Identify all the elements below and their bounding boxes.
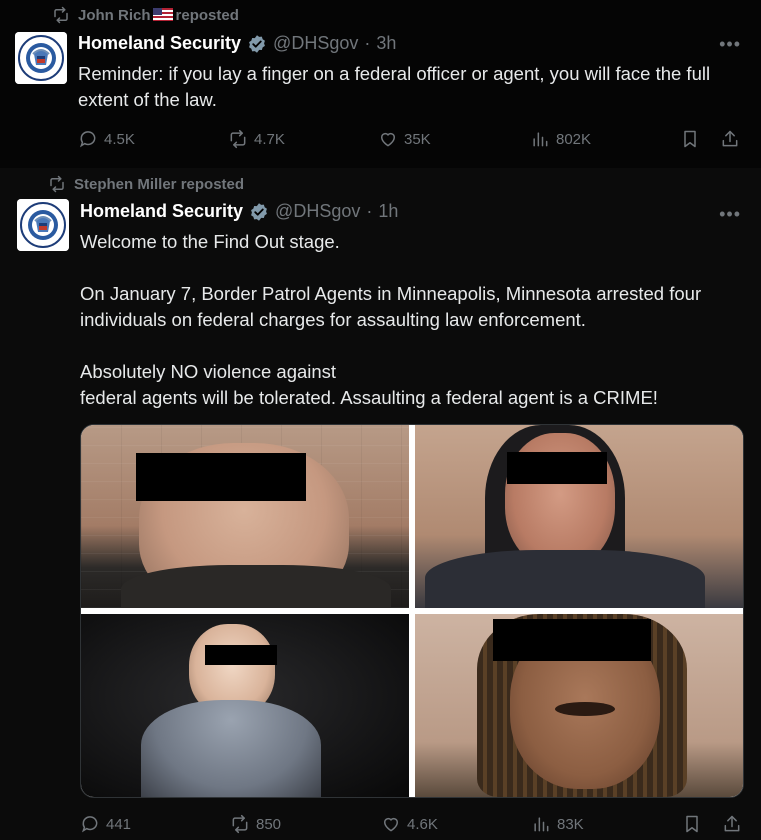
bookmark-icon: [682, 814, 702, 834]
reply-button[interactable]: 4.5K: [78, 129, 135, 149]
repost-suffix: reposted: [175, 6, 239, 24]
reply-count: 441: [106, 815, 132, 833]
author-handle[interactable]: @DHSgov: [275, 201, 360, 222]
photo-grid: [80, 424, 744, 798]
tweet-text: Reminder: if you lay a finger on a feder…: [78, 61, 738, 113]
more-options-icon[interactable]: •••: [719, 34, 741, 55]
author-name[interactable]: Homeland Security: [80, 201, 243, 222]
action-bar: 4.5K 4.7K 35K 802K: [0, 129, 761, 153]
share-button[interactable]: [720, 129, 740, 149]
photo-2[interactable]: [415, 425, 743, 608]
avatar[interactable]: [17, 199, 69, 251]
timestamp[interactable]: 1h: [378, 201, 398, 222]
bookmark-icon: [680, 129, 700, 149]
censor-bar: [507, 452, 607, 484]
avatar[interactable]: [15, 32, 67, 84]
repost-icon: [52, 6, 70, 24]
share-icon: [720, 129, 740, 149]
repost-context: John Rich reposted: [52, 6, 239, 24]
reply-button[interactable]: 441: [80, 814, 131, 834]
repost-suffix: reposted: [180, 175, 245, 193]
reposter-name[interactable]: John Rich: [78, 7, 151, 24]
repost-icon: [48, 175, 66, 193]
censor-bar: [493, 619, 651, 661]
verified-badge-icon: [249, 202, 269, 222]
repost-icon: [230, 814, 250, 834]
verified-badge-icon: [247, 34, 267, 54]
photo-4[interactable]: [415, 614, 743, 797]
repost-count: 850: [256, 815, 282, 833]
reposter-name[interactable]: Stephen Miller: [74, 176, 177, 193]
reply-icon: [80, 814, 100, 834]
photo-1[interactable]: [81, 425, 409, 608]
photo-3[interactable]: [81, 614, 409, 797]
heart-icon: [381, 814, 401, 834]
tweet-header: Homeland Security @DHSgov · 3h: [78, 33, 396, 54]
tweet-paragraph: Reminder: if you lay a finger on a feder…: [78, 63, 711, 110]
reply-count: 4.5K: [104, 130, 135, 148]
separator-dot: ·: [364, 33, 371, 53]
tweet-text: Welcome to the Find Out stage. On Januar…: [80, 229, 750, 411]
censor-bar: [205, 645, 277, 665]
reply-icon: [78, 129, 98, 149]
tweet-header: Homeland Security @DHSgov · 1h: [80, 201, 398, 222]
repost-button[interactable]: 4.7K: [228, 129, 285, 149]
share-button[interactable]: [722, 814, 742, 834]
views-chart-icon: [530, 129, 550, 149]
separator-dot: ·: [366, 201, 373, 221]
views-button[interactable]: 802K: [530, 129, 591, 149]
views-count: 83K: [557, 815, 584, 833]
views-count: 802K: [556, 130, 592, 148]
tweet-paragraph: On January 7, Border Patrol Agents in Mi…: [80, 283, 702, 330]
us-flag-emoji: [152, 7, 173, 21]
tweet-paragraph: Absolutely NO violence against federal a…: [80, 361, 658, 408]
like-button[interactable]: 35K: [378, 129, 431, 149]
timestamp[interactable]: 3h: [376, 33, 396, 54]
repost-context: Stephen Miller reposted: [48, 175, 244, 193]
like-count: 4.6K: [407, 815, 438, 833]
repost-count: 4.7K: [254, 130, 285, 148]
tweet-paragraph: Welcome to the Find Out stage.: [80, 231, 340, 252]
censor-bar: [136, 453, 306, 501]
repost-button[interactable]: 850: [230, 814, 281, 834]
like-count: 35K: [404, 130, 431, 148]
bookmark-button[interactable]: [680, 129, 700, 149]
tweet[interactable]: Stephen Miller reposted Homeland Securit…: [0, 168, 761, 840]
heart-icon: [378, 129, 398, 149]
views-button[interactable]: 83K: [531, 814, 584, 834]
repost-icon: [228, 129, 248, 149]
action-bar: 441 850 4.6K 83K: [0, 814, 761, 838]
author-handle[interactable]: @DHSgov: [273, 33, 358, 54]
bookmark-button[interactable]: [682, 814, 702, 834]
tweet[interactable]: John Rich reposted Homeland Security @DHS…: [0, 0, 761, 168]
views-chart-icon: [531, 814, 551, 834]
like-button[interactable]: 4.6K: [381, 814, 438, 834]
author-name[interactable]: Homeland Security: [78, 33, 241, 54]
more-options-icon[interactable]: •••: [719, 204, 741, 225]
share-icon: [722, 814, 742, 834]
